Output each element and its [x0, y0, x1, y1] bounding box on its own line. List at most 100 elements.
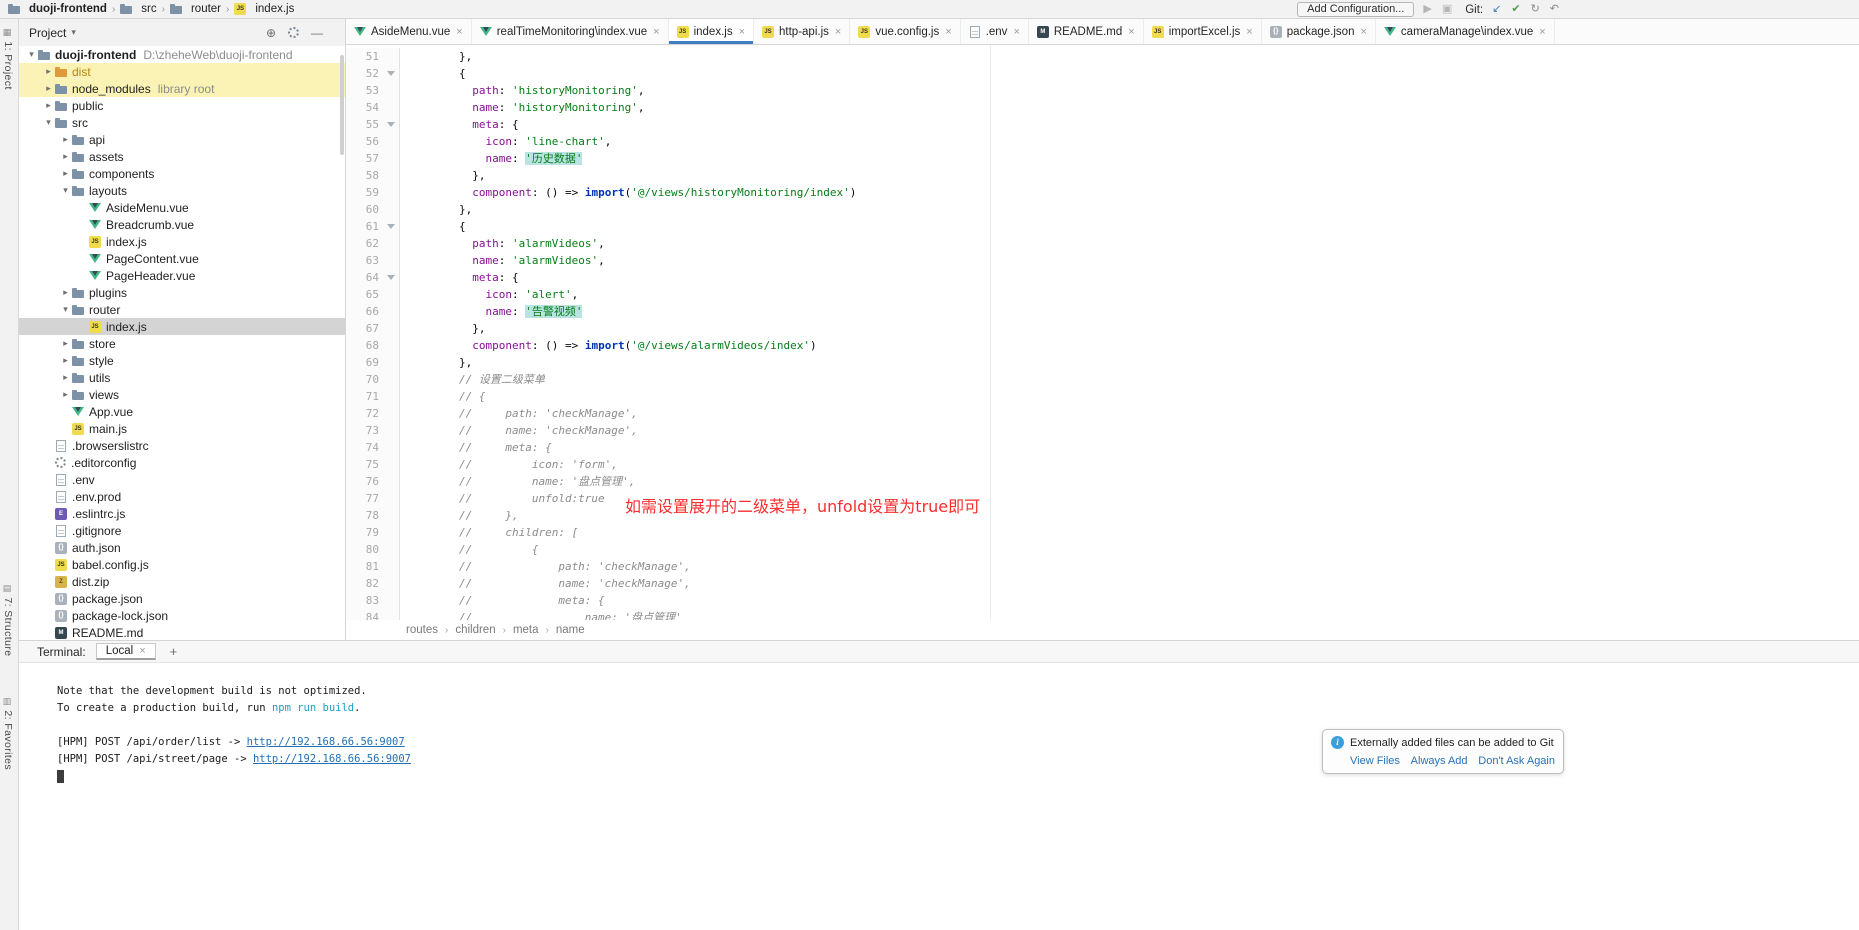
terminal-link[interactable]: http://192.168.66.56:9007	[247, 736, 405, 748]
tree-item-Breadcrumb.vue[interactable]: Breadcrumb.vue	[19, 216, 345, 233]
line-number[interactable]: 70	[346, 371, 383, 388]
tree-item-PageContent.vue[interactable]: PageContent.vue	[19, 250, 345, 267]
project-view-selector[interactable]: Project ▾	[29, 26, 76, 40]
breadcrumb-item[interactable]: JSindex.js	[232, 3, 296, 15]
play-icon[interactable]: ▶	[1423, 0, 1431, 19]
line-number[interactable]: 76	[346, 473, 383, 490]
line-number[interactable]: 66	[346, 303, 383, 320]
tree-item-README.md[interactable]: MREADME.md	[19, 624, 345, 640]
chevron-down-icon[interactable]: ▾	[42, 117, 55, 128]
tree-item-store[interactable]: ▸store	[19, 335, 345, 352]
line-number[interactable]: 63	[346, 252, 383, 269]
line-number[interactable]: 80	[346, 541, 383, 558]
chevron-right-icon[interactable]: ▸	[59, 355, 72, 366]
update-project-icon[interactable]: ↙	[1492, 0, 1501, 19]
line-number[interactable]: 60	[346, 201, 383, 218]
locate-file-icon[interactable]: ⊕	[266, 26, 276, 40]
tree-item-public[interactable]: ▸public	[19, 97, 345, 114]
stripe-favorites-button[interactable]: ▥2: Favorites	[2, 697, 14, 770]
editor-tab-importExcel.js[interactable]: JSimportExcel.js×	[1144, 19, 1262, 44]
fold-marker-icon[interactable]	[383, 218, 400, 235]
close-icon[interactable]: ×	[1246, 26, 1252, 38]
tree-item-style[interactable]: ▸style	[19, 352, 345, 369]
rollback-icon[interactable]: ↶	[1550, 0, 1559, 19]
tree-item-layouts[interactable]: ▾layouts	[19, 182, 345, 199]
tree-item-App.vue[interactable]: App.vue	[19, 403, 345, 420]
code-editor[interactable]: 51 },52 {53 path: 'historyMonitoring',54…	[346, 45, 1859, 620]
terminal-link[interactable]: http://192.168.66.56:9007	[253, 753, 411, 765]
line-number[interactable]: 51	[346, 48, 383, 65]
tree-item-.editorconfig[interactable]: .editorconfig	[19, 454, 345, 471]
history-icon[interactable]: ↻	[1531, 0, 1540, 19]
tree-item-babel.config.js[interactable]: JSbabel.config.js	[19, 556, 345, 573]
tree-item-api[interactable]: ▸api	[19, 131, 345, 148]
close-icon[interactable]: ×	[945, 26, 951, 38]
line-number[interactable]: 72	[346, 405, 383, 422]
editor-tab-vue.config.js[interactable]: JSvue.config.js×	[850, 19, 960, 44]
editor-tab-.env[interactable]: .env×	[961, 19, 1029, 44]
terminal-cursor[interactable]	[57, 770, 64, 783]
editor-breadcrumb-item[interactable]: children	[455, 624, 495, 636]
close-icon[interactable]: ×	[1013, 26, 1019, 38]
close-icon[interactable]: ×	[1128, 26, 1134, 38]
tree-item-.browserslistrc[interactable]: .browserslistrc	[19, 437, 345, 454]
fold-marker-icon[interactable]	[383, 65, 400, 82]
close-icon[interactable]: ×	[1539, 26, 1545, 38]
new-terminal-button[interactable]: +	[166, 644, 182, 659]
close-icon[interactable]: ×	[739, 26, 745, 38]
line-number[interactable]: 59	[346, 184, 383, 201]
gear-icon[interactable]	[288, 27, 299, 38]
always-add-link[interactable]: Always Add	[1411, 755, 1468, 767]
line-number[interactable]: 79	[346, 524, 383, 541]
line-number[interactable]: 52	[346, 65, 383, 82]
line-number[interactable]: 73	[346, 422, 383, 439]
editor-tab-realTimeMonitoringindex.vue[interactable]: realTimeMonitoring\index.vue×	[472, 19, 669, 44]
chevron-down-icon[interactable]: ▾	[59, 185, 72, 196]
close-icon[interactable]: ×	[835, 26, 841, 38]
line-number[interactable]: 83	[346, 592, 383, 609]
chevron-right-icon[interactable]: ▸	[59, 338, 72, 349]
fold-marker-icon[interactable]	[383, 116, 400, 133]
add-configuration-button[interactable]: Add Configuration...	[1297, 2, 1414, 17]
line-number[interactable]: 57	[346, 150, 383, 167]
line-number[interactable]: 74	[346, 439, 383, 456]
line-number[interactable]: 78	[346, 507, 383, 524]
dont-ask-again-link[interactable]: Don't Ask Again	[1478, 755, 1555, 767]
editor-breadcrumb-item[interactable]: meta	[513, 624, 539, 636]
tree-item-components[interactable]: ▸components	[19, 165, 345, 182]
line-number[interactable]: 56	[346, 133, 383, 150]
tree-item-src[interactable]: ▾src	[19, 114, 345, 131]
terminal-output[interactable]: Note that the development build is not o…	[19, 663, 1859, 785]
line-number[interactable]: 67	[346, 320, 383, 337]
line-number[interactable]: 62	[346, 235, 383, 252]
tree-item-node_modules[interactable]: ▸node_moduleslibrary root	[19, 80, 345, 97]
tree-item-index.js[interactable]: JSindex.js	[19, 318, 345, 335]
editor-breadcrumb-item[interactable]: name	[556, 624, 585, 636]
line-number[interactable]: 75	[346, 456, 383, 473]
tree-item-PageHeader.vue[interactable]: PageHeader.vue	[19, 267, 345, 284]
chevron-right-icon[interactable]: ▸	[42, 100, 55, 111]
chevron-right-icon[interactable]: ▸	[42, 83, 55, 94]
chevron-down-icon[interactable]: ▾	[25, 49, 38, 60]
line-number[interactable]: 82	[346, 575, 383, 592]
editor-tab-http-api.js[interactable]: JShttp-api.js×	[754, 19, 850, 44]
editor-tab-README.md[interactable]: MREADME.md×	[1029, 19, 1144, 44]
tree-item-router[interactable]: ▾router	[19, 301, 345, 318]
chevron-right-icon[interactable]: ▸	[59, 168, 72, 179]
chevron-right-icon[interactable]: ▸	[42, 66, 55, 77]
fold-marker-icon[interactable]	[383, 269, 400, 286]
scrollbar-thumb[interactable]	[340, 55, 344, 155]
tree-item-AsideMenu.vue[interactable]: AsideMenu.vue	[19, 199, 345, 216]
chevron-right-icon[interactable]: ▸	[59, 287, 72, 298]
tree-item-.env[interactable]: .env	[19, 471, 345, 488]
stripe-structure-button[interactable]: ▤7: Structure	[2, 584, 14, 656]
tree-item-utils[interactable]: ▸utils	[19, 369, 345, 386]
chevron-right-icon[interactable]: ▸	[59, 389, 72, 400]
close-icon[interactable]: ×	[139, 645, 145, 657]
chevron-right-icon[interactable]: ▸	[59, 372, 72, 383]
line-number[interactable]: 55	[346, 116, 383, 133]
tree-item-dist.zip[interactable]: Zdist.zip	[19, 573, 345, 590]
line-number[interactable]: 77	[346, 490, 383, 507]
breadcrumb-item[interactable]: src	[118, 3, 158, 15]
chevron-right-icon[interactable]: ▸	[59, 134, 72, 145]
